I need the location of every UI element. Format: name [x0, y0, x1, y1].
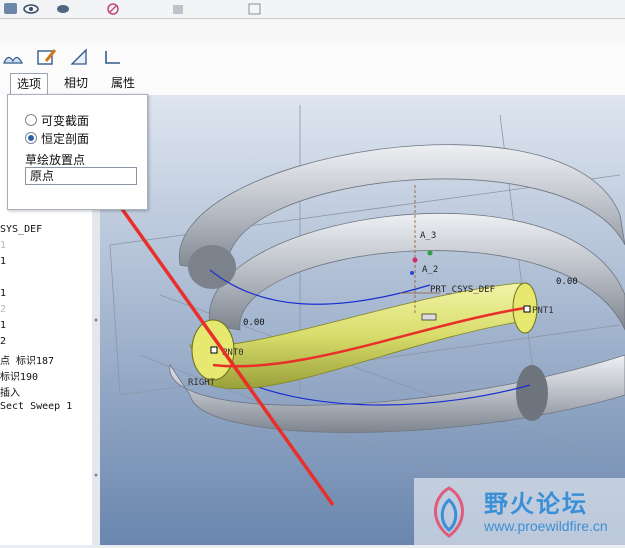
tree-item[interactable]: 1 — [0, 288, 6, 299]
axis-a2-label: A_2 — [422, 265, 438, 275]
watermark-name: 野火论坛 — [484, 490, 588, 518]
watermark-url: www.proewildfire.cn — [484, 518, 608, 534]
remove-material-icon[interactable] — [68, 47, 90, 67]
variable-section-option[interactable]: 可变截面 — [25, 113, 89, 129]
sketch-placement-label: 草绘放置点 — [25, 153, 86, 167]
tree-item[interactable]: 1 — [0, 256, 6, 267]
thicken-icon[interactable] — [102, 47, 124, 67]
dimension-left[interactable]: 0.00 — [243, 318, 265, 328]
view-icon[interactable] — [2, 1, 20, 16]
direction-arrow-icon[interactable] — [421, 313, 437, 321]
sketch-placement-field[interactable]: 原点 — [25, 167, 137, 185]
tree-item-sect-sweep[interactable]: Sect Sweep 1 — [0, 401, 72, 412]
start-point-handle[interactable] — [210, 346, 218, 354]
tree-item[interactable]: 2 — [0, 336, 6, 347]
flame-logo-icon — [434, 486, 464, 538]
shape-icon[interactable] — [170, 1, 188, 16]
measure-icon[interactable] — [246, 1, 264, 16]
csys-label: PRT_CSYS_DEF — [430, 285, 495, 295]
end-point-handle[interactable] — [523, 305, 531, 313]
tree-item[interactable]: SYS_DEF — [0, 224, 42, 235]
sweep-dashboard: 选项 相切 属性 — [0, 41, 625, 96]
tab-tangency[interactable]: 相切 — [58, 73, 94, 93]
options-panel: 可变截面 恒定剖面 草绘放置点 原点 — [7, 94, 148, 210]
watermark: 野火论坛 www.proewildfire.cn — [414, 478, 625, 545]
radio-selected-icon[interactable] — [25, 132, 37, 144]
tab-properties[interactable]: 属性 — [105, 73, 141, 93]
toolbar-spacer — [0, 19, 625, 41]
axis-a3-label: A_3 — [420, 231, 436, 241]
sketch-section-icon[interactable] — [36, 47, 58, 67]
no-entry-icon[interactable] — [104, 1, 122, 16]
radio-icon[interactable] — [25, 114, 37, 126]
tree-item[interactable]: 点 标识187 — [0, 352, 54, 367]
constant-section-option[interactable]: 恒定剖面 — [25, 131, 89, 147]
main-toolbar — [0, 0, 625, 19]
tree-item[interactable]: 1 — [0, 320, 6, 331]
tree-item[interactable]: 1 — [0, 240, 6, 251]
right-plane-label: RIGHT — [188, 378, 216, 388]
eye-off-icon[interactable] — [54, 1, 72, 16]
pnt1-label: PNT1 — [532, 306, 554, 316]
tree-item[interactable]: 2 — [0, 304, 6, 315]
tree-item[interactable]: 插入 — [0, 384, 20, 399]
dimension-right[interactable]: 0.00 — [556, 277, 578, 287]
tree-item[interactable]: 标识190 — [0, 368, 38, 383]
eye-icon[interactable] — [22, 1, 40, 16]
open-section-icon[interactable] — [2, 47, 24, 67]
tab-options[interactable]: 选项 — [10, 73, 49, 94]
